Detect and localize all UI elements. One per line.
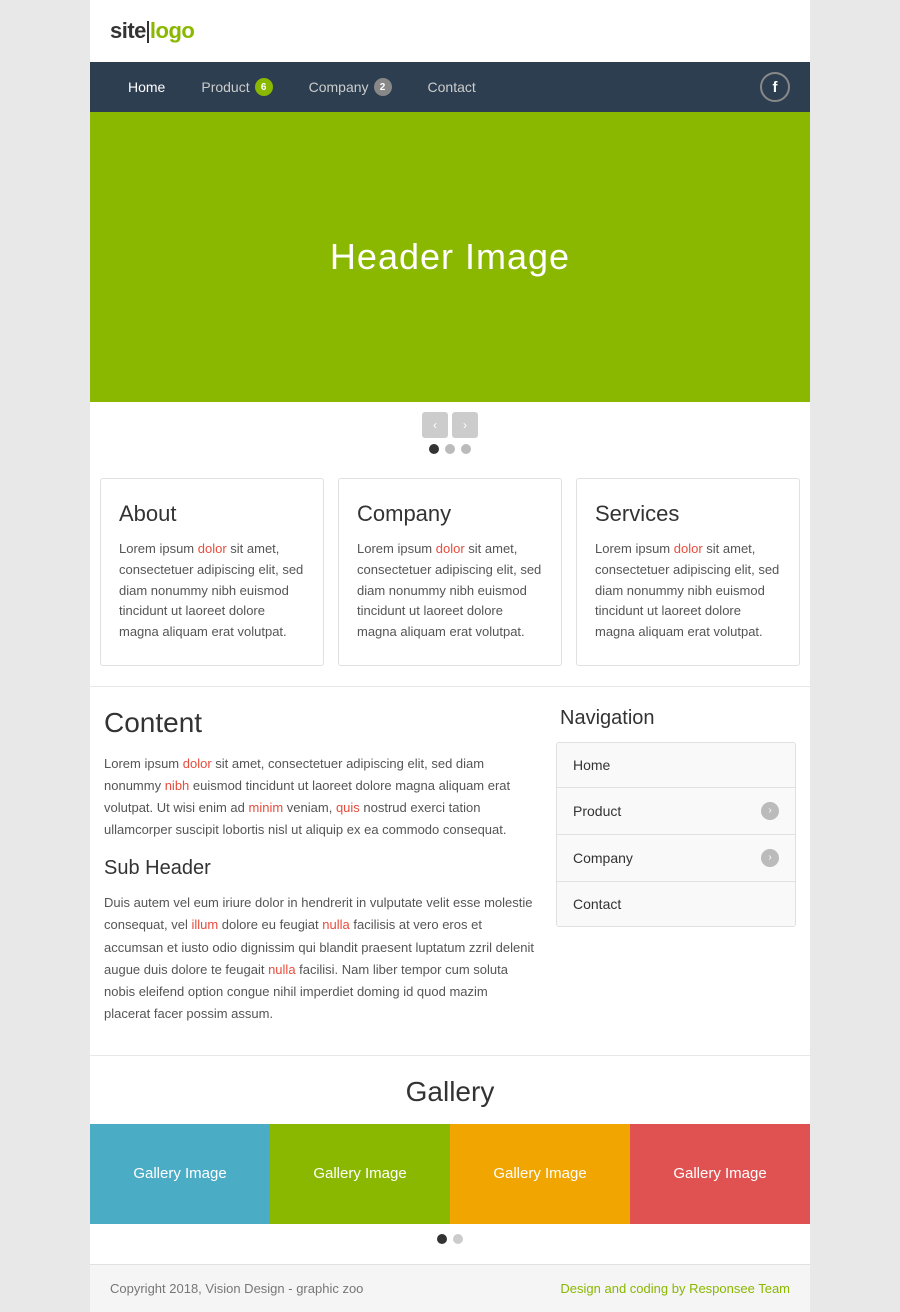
slider-prev[interactable]: ‹ bbox=[422, 412, 448, 438]
gallery-item-1[interactable]: Gallery Image bbox=[90, 1124, 270, 1224]
logo-separator bbox=[147, 21, 149, 43]
slider-arrows: ‹ › bbox=[422, 412, 478, 438]
sidebar-nav-title: Navigation bbox=[556, 707, 796, 730]
content-section: Content Lorem ipsum dolor sit amet, cons… bbox=[90, 686, 810, 1055]
sidebar-item-product[interactable]: Product › bbox=[557, 788, 795, 835]
footer-left: Copyright 2018, Vision Design - graphic … bbox=[110, 1281, 363, 1296]
sidebar-item-contact[interactable]: Contact bbox=[557, 882, 795, 926]
card-about: About Lorem ipsum dolor sit amet, consec… bbox=[100, 478, 324, 666]
gallery-title: Gallery bbox=[90, 1076, 810, 1108]
gallery-section: Gallery Gallery Image Gallery Image Gall… bbox=[90, 1055, 810, 1264]
card-about-title: About bbox=[119, 501, 305, 527]
slider-dot-2[interactable] bbox=[445, 444, 455, 454]
gallery-item-2-label: Gallery Image bbox=[313, 1165, 406, 1182]
content-text: Lorem ipsum dolor sit amet, consectetuer… bbox=[104, 753, 536, 841]
content-main: Content Lorem ipsum dolor sit amet, cons… bbox=[104, 707, 536, 1025]
sidebar-item-product-label: Product bbox=[573, 803, 621, 819]
nav-item-company[interactable]: Company 2 bbox=[291, 62, 410, 112]
nav-item-home[interactable]: Home bbox=[110, 63, 183, 111]
sidebar-item-product-chevron: › bbox=[761, 802, 779, 820]
card-company: Company Lorem ipsum dolor sit amet, cons… bbox=[338, 478, 562, 666]
sidebar-item-contact-label: Contact bbox=[573, 896, 621, 912]
footer-right: Design and coding by Responsee Team bbox=[560, 1281, 790, 1296]
gallery-item-2[interactable]: Gallery Image bbox=[270, 1124, 450, 1224]
nav-item-home-label: Home bbox=[128, 79, 165, 95]
site-logo: sitelogo bbox=[110, 18, 194, 44]
gallery-grid: Gallery Image Gallery Image Gallery Imag… bbox=[90, 1124, 810, 1224]
content-link2[interactable]: nibh bbox=[165, 778, 190, 793]
content-title: Content bbox=[104, 707, 536, 739]
card-services-text: Lorem ipsum dolor sit amet, consectetuer… bbox=[595, 539, 781, 643]
subheader-link1[interactable]: illum bbox=[191, 917, 218, 932]
content-link4[interactable]: quis bbox=[336, 800, 360, 815]
sidebar-nav-list: Home Product › Company › Contact bbox=[556, 742, 796, 927]
gallery-item-4[interactable]: Gallery Image bbox=[630, 1124, 810, 1224]
main-nav: Home Product 6 Company 2 Contact f bbox=[90, 62, 810, 112]
site-footer: Copyright 2018, Vision Design - graphic … bbox=[90, 1264, 810, 1312]
nav-item-product-label: Product bbox=[201, 79, 249, 95]
nav-items: Home Product 6 Company 2 Contact bbox=[110, 62, 760, 112]
logo-text: site bbox=[110, 18, 146, 43]
gallery-dot-1[interactable] bbox=[437, 1234, 447, 1244]
sidebar-item-home-label: Home bbox=[573, 757, 610, 773]
card-services: Services Lorem ipsum dolor sit amet, con… bbox=[576, 478, 800, 666]
nav-item-product[interactable]: Product 6 bbox=[183, 62, 290, 112]
sidebar-item-home[interactable]: Home bbox=[557, 743, 795, 788]
nav-item-contact-label: Contact bbox=[428, 79, 476, 95]
content-link[interactable]: dolor bbox=[183, 756, 212, 771]
card-company-link[interactable]: dolor bbox=[436, 541, 465, 556]
slider-controls: ‹ › bbox=[90, 402, 810, 468]
gallery-item-3-label: Gallery Image bbox=[493, 1165, 586, 1182]
subheader-link3[interactable]: nulla bbox=[268, 962, 295, 977]
nav-item-contact[interactable]: Contact bbox=[410, 63, 494, 111]
content-link3[interactable]: minim bbox=[249, 800, 284, 815]
slider-next[interactable]: › bbox=[452, 412, 478, 438]
slider-dot-1[interactable] bbox=[429, 444, 439, 454]
gallery-dots bbox=[90, 1224, 810, 1254]
sidebar-item-company-chevron: › bbox=[761, 849, 779, 867]
gallery-item-1-label: Gallery Image bbox=[133, 1165, 226, 1182]
slider-dots bbox=[429, 444, 471, 454]
footer-right-link[interactable]: Design and coding by Responsee Team bbox=[560, 1281, 790, 1296]
card-services-link[interactable]: dolor bbox=[674, 541, 703, 556]
card-services-title: Services bbox=[595, 501, 781, 527]
nav-item-company-label: Company bbox=[309, 79, 369, 95]
card-company-title: Company bbox=[357, 501, 543, 527]
page-wrapper: sitelogo Home Product 6 Company 2 Contac… bbox=[90, 0, 810, 1312]
nav-social: f bbox=[760, 72, 790, 102]
subheader-title: Sub Header bbox=[104, 857, 536, 880]
sidebar-item-company-label: Company bbox=[573, 850, 633, 866]
logo-highlight: logo bbox=[150, 18, 194, 43]
slider-dot-3[interactable] bbox=[461, 444, 471, 454]
hero-title: Header Image bbox=[330, 236, 570, 278]
gallery-dot-2[interactable] bbox=[453, 1234, 463, 1244]
sidebar-item-company[interactable]: Company › bbox=[557, 835, 795, 882]
gallery-item-3[interactable]: Gallery Image bbox=[450, 1124, 630, 1224]
subheader-link2[interactable]: nulla bbox=[322, 917, 349, 932]
subheader-text: Duis autem vel eum iriure dolor in hendr… bbox=[104, 892, 536, 1025]
nav-badge-company: 2 bbox=[374, 78, 392, 96]
site-header: sitelogo bbox=[90, 0, 810, 62]
content-nav: Navigation Home Product › Company › Cont… bbox=[556, 707, 796, 1025]
hero-slider: Header Image bbox=[90, 112, 810, 402]
cards-section: About Lorem ipsum dolor sit amet, consec… bbox=[90, 468, 810, 686]
card-about-link[interactable]: dolor bbox=[198, 541, 227, 556]
nav-badge-product: 6 bbox=[255, 78, 273, 96]
gallery-item-4-label: Gallery Image bbox=[673, 1165, 766, 1182]
card-company-text: Lorem ipsum dolor sit amet, consectetuer… bbox=[357, 539, 543, 643]
facebook-icon[interactable]: f bbox=[760, 72, 790, 102]
card-about-text: Lorem ipsum dolor sit amet, consectetuer… bbox=[119, 539, 305, 643]
